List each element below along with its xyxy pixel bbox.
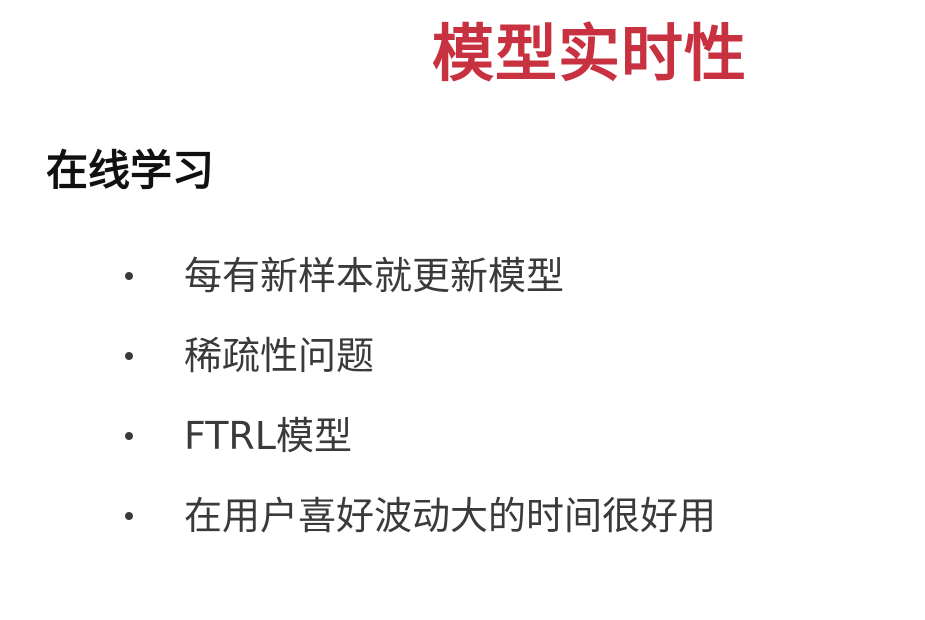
bullet-item: FTRL模型 — [112, 396, 716, 476]
bullet-text: FTRL模型 — [184, 414, 352, 458]
bullet-text: 在用户喜好波动大的时间很好用 — [184, 494, 717, 538]
bullet-list: 每有新样本就更新模型 稀疏性问题 FTRL模型 在用户喜好波动大的时间很好用 — [112, 236, 716, 556]
slide-title: 模型实时性 — [432, 17, 748, 90]
bullet-dot-icon — [125, 512, 133, 520]
bullet-text: 稀疏性问题 — [184, 334, 375, 378]
bullet-item: 在用户喜好波动大的时间很好用 — [112, 476, 716, 556]
bullet-item: 每有新样本就更新模型 — [112, 236, 716, 316]
bullet-dot-icon — [125, 352, 133, 360]
bullet-dot-icon — [125, 432, 133, 440]
bullet-text: 每有新样本就更新模型 — [184, 254, 565, 298]
bullet-item: 稀疏性问题 — [112, 316, 716, 396]
slide: 模型实时性 在线学习 每有新样本就更新模型 稀疏性问题 FTRL模型 在用户喜好… — [0, 0, 925, 620]
bullet-dot-icon — [125, 272, 133, 280]
section-heading: 在线学习 — [46, 146, 215, 195]
